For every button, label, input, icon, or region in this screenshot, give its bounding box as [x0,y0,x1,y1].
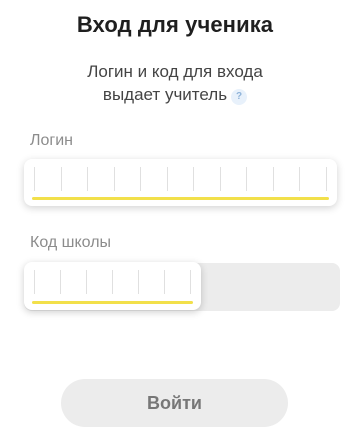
code-cell [272,167,300,191]
code-cell [86,270,112,294]
code-cell [164,270,191,294]
code-cell [60,167,88,191]
code-cell [193,167,220,191]
hint-line-1: Логин и код для входа [87,62,263,81]
login-hint: Логин и код для входа выдает учитель? [0,60,350,106]
code-cell [219,167,247,191]
submit-button[interactable]: Войти [61,379,288,427]
hint-line-2: выдает учитель? [0,83,350,106]
school-code-input[interactable] [24,262,201,310]
login-label: Логин [30,132,74,149]
code-cell [138,270,164,294]
code-cell [166,167,194,191]
code-cell [87,167,114,191]
code-cell [34,270,60,294]
login-underline [32,197,329,200]
school-code-label: Код школы [30,234,112,251]
login-input[interactable] [24,159,337,206]
question-mark-icon[interactable]: ? [231,89,248,105]
school-code-cells [34,270,191,294]
code-cell [34,167,61,191]
code-cell [112,270,138,294]
page-title: Вход для ученика [76,12,274,37]
login-cells [34,167,328,191]
hint-line-2-text: выдает учитель [102,85,228,104]
code-cell [246,167,273,191]
code-cell [113,167,141,191]
code-cell [60,270,86,294]
code-cell [140,167,167,191]
school-code-underline [32,301,193,304]
code-cell [299,167,328,191]
